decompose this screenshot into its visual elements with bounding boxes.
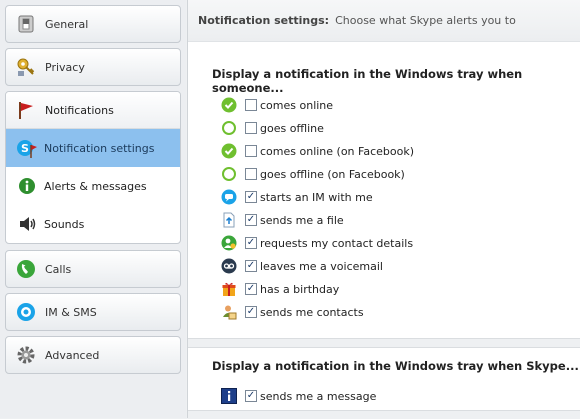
gift-icon <box>220 280 238 298</box>
skype-flag-icon: S <box>16 137 38 159</box>
checkbox-goes-offline-facebook[interactable] <box>245 168 257 180</box>
nav-sounds-label: Sounds <box>44 217 85 231</box>
nav-privacy[interactable]: Privacy <box>5 48 181 86</box>
notify-row: sends me a file <box>220 210 344 230</box>
section-divider <box>188 338 580 348</box>
label-sends-message: sends me a message <box>260 389 377 403</box>
notify-row: starts an IM with me <box>220 187 373 207</box>
nav-notification-settings[interactable]: S Notification settings <box>6 129 180 167</box>
nav-im-sms-label: IM & SMS <box>45 305 97 319</box>
notify-row: leaves me a voicemail <box>220 256 383 276</box>
label-comes-online: comes online <box>260 98 334 112</box>
options-sidebar: General Privacy Notifications S Notifica… <box>0 0 186 418</box>
online-check-icon <box>220 96 238 114</box>
panel-title: Notification settings: <box>198 14 330 27</box>
phone-icon <box>15 258 37 280</box>
label-sends-contacts: sends me contacts <box>260 305 364 319</box>
nav-calls-label: Calls <box>45 262 72 276</box>
section-someone-title: Display a notification in the Windows tr… <box>212 67 523 95</box>
checkbox-comes-online-facebook[interactable] <box>245 145 257 157</box>
nav-general-label: General <box>45 17 89 31</box>
checkbox-birthday[interactable] <box>245 283 257 295</box>
contacts-icon <box>220 303 238 321</box>
label-goes-offline: goes offline <box>260 121 324 135</box>
contact-request-icon <box>220 234 238 252</box>
nav-privacy-label: Privacy <box>45 60 85 74</box>
info-icon <box>16 175 38 197</box>
nav-im-sms[interactable]: IM & SMS <box>5 293 181 331</box>
label-starts-im: starts an IM with me <box>260 190 373 204</box>
nav-notifications-label: Notifications <box>45 103 114 117</box>
notify-row: goes offline (on Facebook) <box>220 164 405 184</box>
section-skype-title: Display a notification in the Windows tr… <box>212 359 579 373</box>
chat-icon <box>15 301 37 323</box>
notify-row: sends me a message <box>220 386 376 406</box>
nav-advanced[interactable]: Advanced <box>5 336 181 374</box>
checkbox-sends-contacts[interactable] <box>245 306 257 318</box>
offline-ring-icon <box>220 119 238 137</box>
panel-header: Notification settings: Choose what Skype… <box>188 0 580 42</box>
file-transfer-icon <box>220 211 238 229</box>
notify-row: has a birthday <box>220 279 339 299</box>
nav-alerts-messages[interactable]: Alerts & messages <box>6 167 180 205</box>
nav-notifications[interactable]: Notifications <box>6 92 180 129</box>
nav-alerts-messages-label: Alerts & messages <box>44 179 147 193</box>
svg-text:S: S <box>21 142 29 155</box>
notify-row: sends me contacts <box>220 302 364 322</box>
checkbox-voicemail[interactable] <box>245 260 257 272</box>
label-goes-offline-facebook: goes offline (on Facebook) <box>260 167 405 181</box>
checkbox-requests-contact[interactable] <box>245 237 257 249</box>
checkbox-starts-im[interactable] <box>245 191 257 203</box>
notify-row: requests my contact details <box>220 233 413 253</box>
main-panel: Notification settings: Choose what Skype… <box>187 0 580 419</box>
notify-row: comes online <box>220 95 333 115</box>
voicemail-icon <box>220 257 238 275</box>
chat-bubble-icon <box>220 188 238 206</box>
notify-row: goes offline <box>220 118 324 138</box>
panel-subtitle: Choose what Skype alerts you to <box>335 14 516 27</box>
notify-row: comes online (on Facebook) <box>220 141 414 161</box>
label-sends-file: sends me a file <box>260 213 344 227</box>
offline-ring-icon <box>220 165 238 183</box>
label-birthday: has a birthday <box>260 282 340 296</box>
nav-notification-settings-label: Notification settings <box>44 141 155 155</box>
checkbox-comes-online[interactable] <box>245 99 257 111</box>
gear-icon <box>15 344 37 366</box>
speaker-icon <box>16 213 38 235</box>
info-square-icon <box>220 387 238 405</box>
switch-icon <box>15 13 37 35</box>
key-icon <box>15 56 37 78</box>
label-voicemail: leaves me a voicemail <box>260 259 383 273</box>
checkbox-sends-file[interactable] <box>245 214 257 226</box>
online-check-icon <box>220 142 238 160</box>
nav-calls[interactable]: Calls <box>5 250 181 288</box>
nav-advanced-label: Advanced <box>45 348 100 362</box>
label-requests-contact: requests my contact details <box>260 236 414 250</box>
label-comes-online-facebook: comes online (on Facebook) <box>260 144 415 158</box>
nav-sounds[interactable]: Sounds <box>6 205 180 243</box>
nav-general[interactable]: General <box>5 5 181 43</box>
notifications-group: Notifications S Notification settings Al… <box>5 91 181 244</box>
checkbox-sends-message[interactable] <box>245 390 257 402</box>
checkbox-goes-offline[interactable] <box>245 122 257 134</box>
flag-icon <box>15 99 37 121</box>
